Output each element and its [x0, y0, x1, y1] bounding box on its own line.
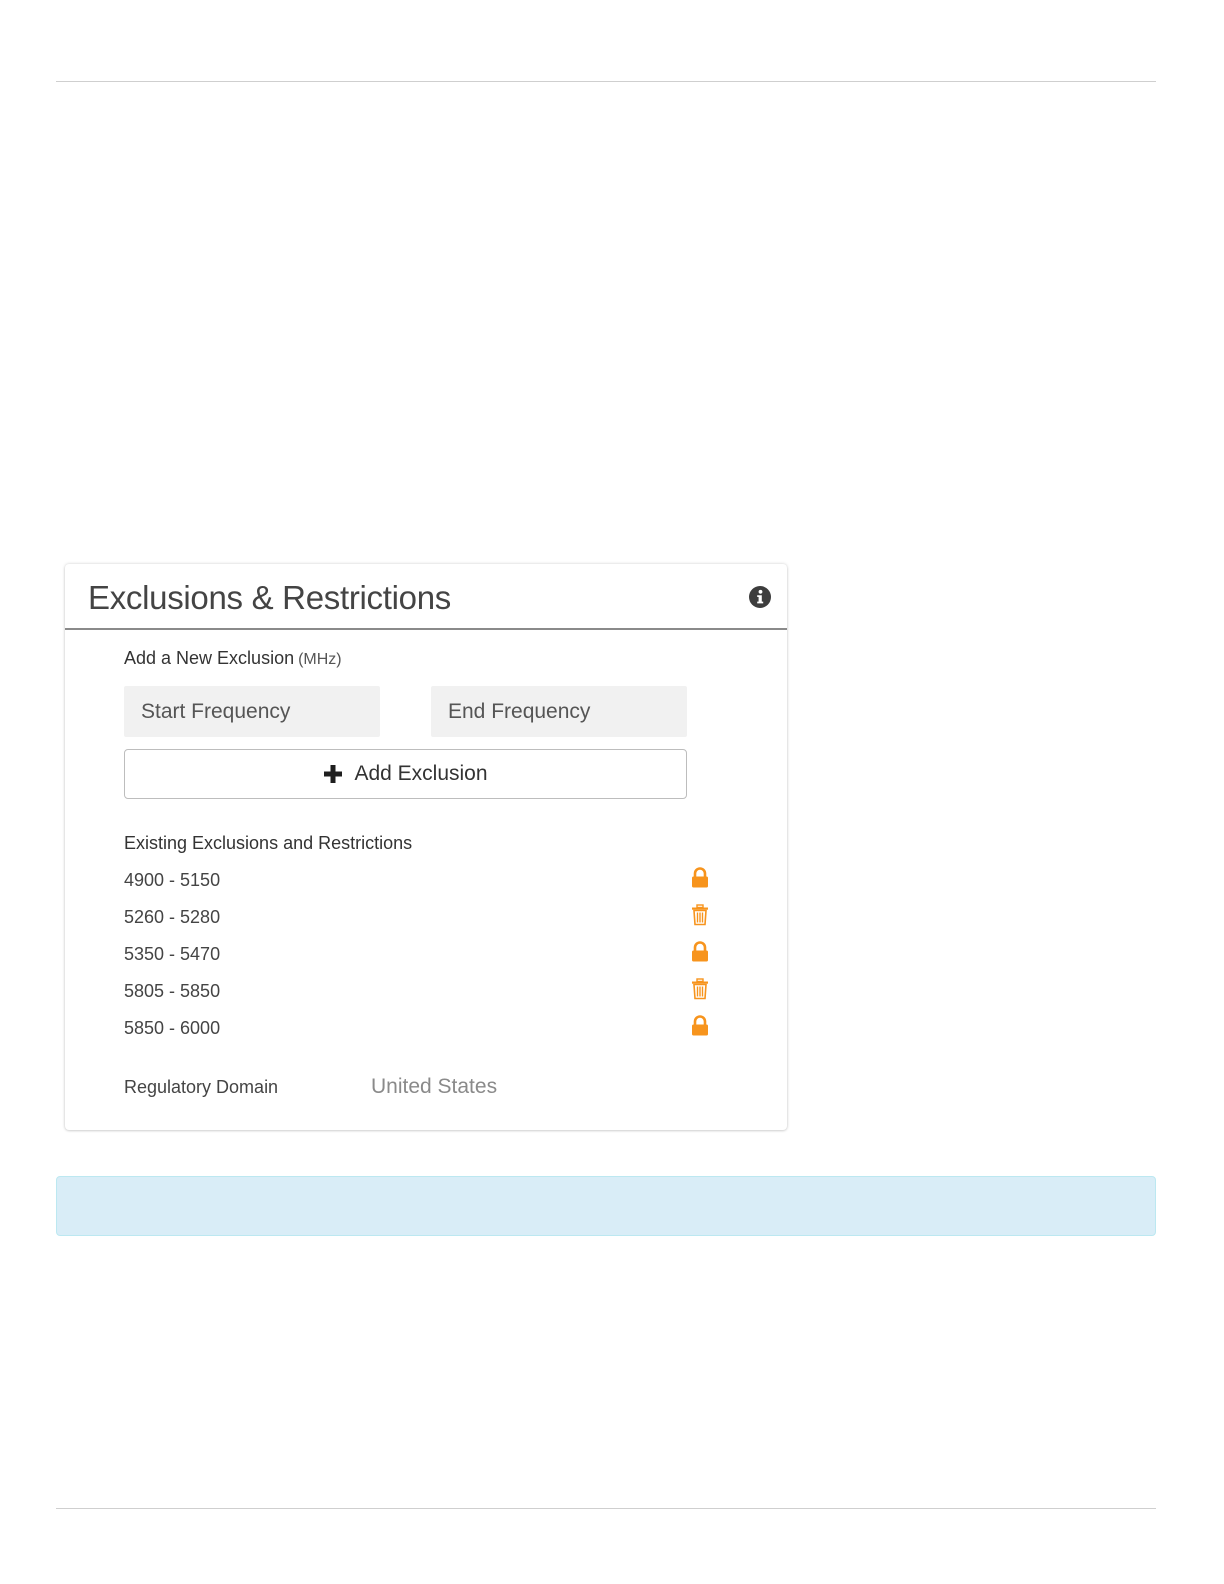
info-circle-icon[interactable] — [749, 586, 771, 608]
exclusions-panel: Exclusions & Restrictions Add a New Excl… — [65, 564, 787, 1130]
add-exclusion-label-text: Add a New Exclusion — [124, 648, 295, 668]
info-alert-bar — [56, 1176, 1156, 1236]
end-frequency-input[interactable] — [431, 686, 687, 737]
exclusion-range: 5805 - 5850 — [124, 981, 221, 1001]
lock-icon — [692, 941, 708, 962]
panel-header: Exclusions & Restrictions — [65, 564, 787, 630]
add-exclusion-button-label: Add Exclusion — [354, 762, 488, 785]
start-frequency-input[interactable] — [124, 686, 380, 737]
existing-exclusions-label: Existing Exclusions and Restrictions — [124, 833, 413, 853]
exclusion-row: 5805 - 5850 — [124, 978, 724, 1004]
trash-icon[interactable] — [690, 978, 710, 1000]
exclusion-range: 5850 - 6000 — [124, 1018, 221, 1038]
add-exclusion-button[interactable]: Add Exclusion — [124, 749, 687, 799]
lock-icon — [692, 1015, 708, 1036]
panel-title: Exclusions & Restrictions — [88, 579, 451, 616]
add-exclusion-label: Add a New Exclusion (MHz) — [124, 647, 342, 671]
plus-icon — [324, 765, 343, 783]
exclusion-row: 4900 - 5150 — [124, 867, 724, 893]
exclusion-row: 5260 - 5280 — [124, 904, 724, 930]
exclusion-range: 4900 - 5150 — [124, 870, 221, 890]
bottom-divider — [56, 1508, 1156, 1509]
trash-icon[interactable] — [690, 904, 710, 926]
regulatory-domain-label: Regulatory Domain — [124, 1077, 279, 1097]
regulatory-domain-value: United States — [371, 1075, 498, 1098]
exclusion-row: 5850 - 6000 — [124, 1015, 724, 1041]
exclusion-row: 5350 - 5470 — [124, 941, 724, 967]
top-divider — [56, 81, 1156, 82]
exclusion-range: 5260 - 5280 — [124, 907, 221, 927]
unit-label: (MHz) — [298, 651, 342, 668]
lock-icon — [692, 867, 708, 888]
exclusion-range: 5350 - 5470 — [124, 944, 221, 964]
